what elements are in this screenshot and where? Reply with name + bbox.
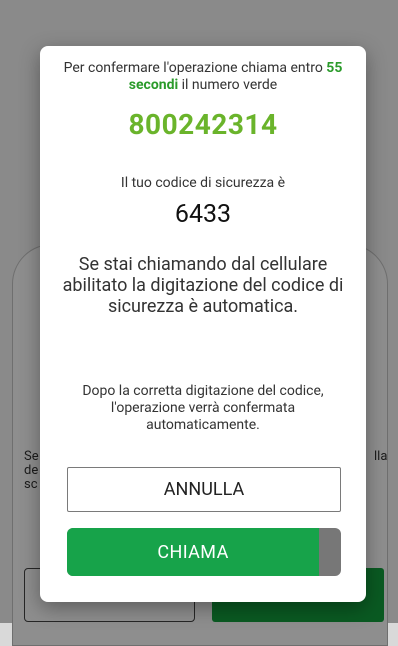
confirmation-info-message: Dopo la corretta digitazione del codice,… (82, 383, 324, 433)
intro-text: Per confermare l'operazione chiama entro… (40, 60, 366, 94)
background-partial-text-right: lla (374, 449, 388, 464)
call-button-label: CHIAMA (157, 541, 229, 563)
cancel-button[interactable]: ANNULLA (67, 467, 341, 512)
intro-suffix: il numero verde (178, 77, 278, 93)
security-code-label: Il tuo codice di sicurezza è (120, 175, 286, 191)
security-code-value: 6433 (174, 200, 232, 229)
call-button[interactable]: CHIAMA (67, 528, 341, 576)
call-confirmation-dialog: Per confermare l'operazione chiama entro… (40, 46, 366, 602)
call-button-progress: CHIAMA (67, 528, 320, 576)
automatic-code-message: Se stai chiamando dal cellulare abilitat… (62, 254, 344, 317)
intro-prefix: Per confermare l'operazione chiama entro (63, 60, 327, 76)
phone-number: 800242314 (128, 108, 278, 141)
